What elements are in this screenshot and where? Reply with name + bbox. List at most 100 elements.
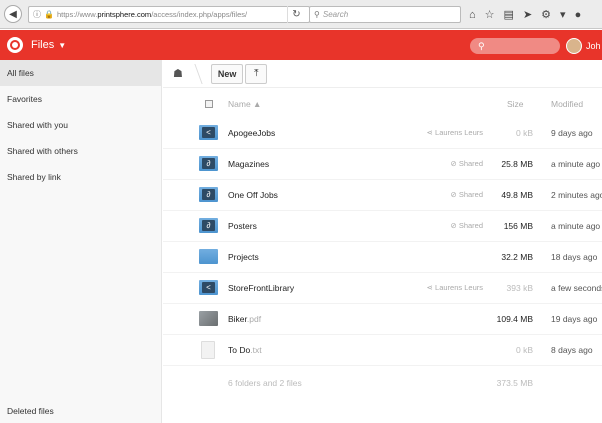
- sidebar-item-favorites[interactable]: Favorites: [0, 86, 161, 112]
- file-summary: 6 folders and 2 files 373.5 MB: [163, 374, 602, 394]
- app-title[interactable]: Files: [31, 39, 54, 51]
- column-size[interactable]: Size: [507, 99, 524, 109]
- browser-search-placeholder: Search: [322, 10, 349, 19]
- back-button[interactable]: ◀: [4, 5, 22, 23]
- summary-total: 373.5 MB: [496, 378, 533, 388]
- file-name[interactable]: Magazines: [228, 159, 269, 169]
- folder-icon[interactable]: ∂: [199, 187, 218, 202]
- sidebar-item-label: Favorites: [7, 94, 42, 104]
- reload-icon[interactable]: ↻: [287, 6, 305, 23]
- menu-chevron-icon[interactable]: ▾: [560, 8, 566, 21]
- file-size: 25.8 MB: [501, 159, 533, 169]
- file-modified: 9 days ago: [551, 128, 593, 138]
- table-row[interactable]: ∂ Magazines ⊘ Shared 25.8 MB a minute ago: [163, 149, 602, 180]
- sidebar-item-label: All files: [7, 68, 34, 78]
- file-basename: To Do: [228, 345, 251, 355]
- app-search-input[interactable]: ⚲: [470, 38, 560, 54]
- file-extension: .pdf: [246, 314, 262, 324]
- file-name[interactable]: Biker.pdf: [228, 314, 261, 324]
- table-row[interactable]: < StoreFrontLibrary ⋖ Laurens Leurs 393 kB a…: [163, 273, 602, 304]
- sidebar: All files Favorites Shared with you Shar…: [0, 60, 162, 423]
- folder-icon[interactable]: <: [199, 125, 218, 140]
- upload-icon: ⤒: [254, 68, 259, 79]
- share-icon: ⋖: [426, 283, 436, 292]
- home-icon[interactable]: ☗: [173, 67, 183, 80]
- file-modified: 2 minutes ago: [551, 190, 602, 200]
- folder-icon[interactable]: [199, 249, 218, 264]
- share-label: Shared: [458, 159, 483, 168]
- file-name[interactable]: Posters: [228, 221, 257, 231]
- share-icon: ⋖: [426, 128, 436, 137]
- app-logo-icon[interactable]: [7, 37, 23, 53]
- url-bar[interactable]: ⓘ 🔒 https://www. printsphere.com/access/i…: [28, 6, 310, 23]
- avatar[interactable]: [566, 38, 582, 54]
- share-status[interactable]: ⊘ Shared: [413, 190, 483, 199]
- column-modified[interactable]: Modified: [551, 99, 583, 109]
- file-name[interactable]: One Off Jobs: [228, 190, 278, 200]
- sidebar-item-deleted-files[interactable]: Deleted files: [0, 399, 162, 423]
- share-status[interactable]: ⊘ Shared: [413, 159, 483, 168]
- chevron-down-icon[interactable]: ▼: [58, 41, 66, 50]
- file-name[interactable]: To Do.txt: [228, 345, 262, 355]
- file-size: 0 kB: [515, 128, 533, 138]
- clipboard-icon[interactable]: ▤: [504, 8, 514, 21]
- column-name[interactable]: Name ▲: [228, 99, 261, 109]
- table-row[interactable]: Projects 32.2 MB 18 days ago: [163, 242, 602, 273]
- send-icon[interactable]: ➤: [523, 8, 532, 21]
- folder-icon[interactable]: ∂: [199, 218, 218, 233]
- file-extension: .txt: [250, 345, 262, 355]
- star-icon[interactable]: ☆: [485, 8, 495, 21]
- table-row[interactable]: ∂ One Off Jobs ⊘ Shared 49.8 MB 2 minutes ag…: [163, 180, 602, 211]
- lock-icon: 🔒: [44, 10, 54, 19]
- sidebar-item-label: Shared by link: [7, 172, 61, 182]
- file-name[interactable]: StoreFrontLibrary: [228, 283, 294, 293]
- info-icon[interactable]: ⓘ: [33, 9, 41, 20]
- user-name[interactable]: Joh: [586, 41, 601, 51]
- file-name[interactable]: Projects: [228, 252, 259, 262]
- file-basename: One Off Jobs: [228, 190, 278, 200]
- pdf-thumbnail[interactable]: [199, 311, 218, 326]
- pin-icon[interactable]: ●: [575, 9, 582, 21]
- url-domain: printsphere.com: [97, 10, 152, 19]
- table-row[interactable]: To Do.txt 0 kB 8 days ago: [163, 335, 602, 366]
- share-status[interactable]: ⋖ Laurens Leurs: [413, 128, 483, 137]
- sidebar-item-label: Shared with others: [7, 146, 78, 156]
- search-icon: ⚲: [478, 40, 485, 51]
- extension-icon[interactable]: ⚙: [541, 8, 551, 21]
- sidebar-item-shared-by-link[interactable]: Shared by link: [0, 164, 161, 190]
- file-modified: 18 days ago: [551, 252, 598, 262]
- table-row[interactable]: ∂ Posters ⊘ Shared 156 MB a minute ago: [163, 211, 602, 242]
- file-size: 32.2 MB: [501, 252, 533, 262]
- new-button[interactable]: New: [210, 63, 244, 84]
- file-modified: a minute ago: [551, 221, 601, 231]
- table-row[interactable]: Biker.pdf 109.4 MB 19 days ago: [163, 304, 602, 335]
- table-header: Name ▲ Size Modified: [163, 90, 602, 118]
- table-row[interactable]: < ApogeeJobs ⋖ Laurens Leurs 0 kB 9 days ago: [163, 118, 602, 149]
- browser-search-input[interactable]: ⚲ Search: [309, 6, 461, 23]
- files-toolbar: ☗ New ⤒: [163, 60, 602, 88]
- sidebar-item-all-files[interactable]: All files: [0, 60, 161, 86]
- share-status[interactable]: ⋖ Laurens Leurs: [413, 283, 483, 292]
- file-list: < ApogeeJobs ⋖ Laurens Leurs 0 kB 9 days ago…: [163, 118, 602, 366]
- upload-button[interactable]: ⤒: [245, 63, 268, 84]
- file-size: 109.4 MB: [496, 314, 533, 324]
- file-name[interactable]: ApogeeJobs: [228, 128, 275, 138]
- sidebar-item-shared-with-you[interactable]: Shared with you: [0, 112, 161, 138]
- share-label: Laurens Leurs: [435, 283, 483, 292]
- file-modified: a few seconds: [551, 283, 602, 293]
- folder-icon[interactable]: <: [199, 280, 218, 295]
- sidebar-item-shared-with-others[interactable]: Shared with others: [0, 138, 161, 164]
- breadcrumb-separator: [187, 63, 203, 84]
- folder-icon[interactable]: ∂: [199, 156, 218, 171]
- browser-toolbar-icons: ⌂ ☆ ▤ ➤ ⚙ ▾ ●: [469, 6, 581, 23]
- file-size: 0 kB: [515, 345, 533, 355]
- share-label: Shared: [458, 190, 483, 199]
- file-size: 393 kB: [506, 283, 533, 293]
- home-toolbar-icon[interactable]: ⌂: [469, 9, 476, 21]
- file-basename: Projects: [228, 252, 259, 262]
- select-all-checkbox[interactable]: [205, 100, 213, 108]
- search-icon: ⚲: [314, 10, 320, 19]
- text-file-icon[interactable]: [201, 341, 215, 359]
- file-modified: 19 days ago: [551, 314, 598, 324]
- share-status[interactable]: ⊘ Shared: [413, 221, 483, 230]
